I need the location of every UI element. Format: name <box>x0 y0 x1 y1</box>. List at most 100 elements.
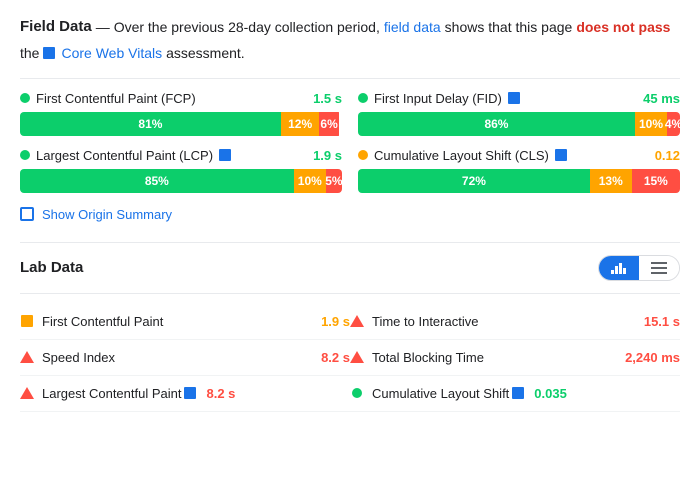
lcp-info-icon <box>219 149 231 161</box>
metric-fcp-value: 1.5 s <box>313 91 342 106</box>
bar-chart-icon <box>611 262 627 274</box>
cls-info-icon <box>555 149 567 161</box>
show-origin-label[interactable]: Show Origin Summary <box>42 207 172 222</box>
bar-fcp-red: 6% <box>319 112 338 136</box>
bar-lcp-green: 85% <box>20 169 294 193</box>
lab-tbt-icon <box>350 350 364 364</box>
metric-cls-value: 0.12 <box>655 148 680 163</box>
metric-fcp: First Contentful Paint (FCP) 1.5 s 81% 1… <box>20 91 342 136</box>
lab-si-icon <box>20 350 34 364</box>
metric-lcp-label: Largest Contentful Paint (LCP) <box>20 148 233 163</box>
field-data-header: Field Data — Over the previous 28-day co… <box>20 16 680 64</box>
square-orange-icon <box>21 315 33 327</box>
field-data-title: Field Data <box>20 16 92 39</box>
bar-lcp-orange: 10% <box>294 169 326 193</box>
cwv-icon <box>43 47 55 59</box>
toggle-bar-button[interactable] <box>599 256 639 280</box>
metric-fid-text: First Input Delay (FID) <box>374 91 502 106</box>
list-icon <box>651 262 667 274</box>
metric-fcp-label: First Contentful Paint (FCP) <box>20 91 196 106</box>
metric-lcp-bar: 85% 10% 5% <box>20 169 342 193</box>
lab-toggle-buttons[interactable] <box>598 255 680 281</box>
lab-row-tti: Time to Interactive 15.1 s <box>350 304 680 340</box>
field-data-fail: does not pass <box>576 17 670 38</box>
field-data-link[interactable]: field data <box>384 17 441 38</box>
circle-green-cls-icon <box>352 388 362 398</box>
triangle-red-tti-icon <box>350 315 364 327</box>
bar-lcp-red: 5% <box>326 169 342 193</box>
lab-row-si: Speed Index 8.2 s <box>20 340 350 376</box>
bar-fcp-green: 81% <box>20 112 281 136</box>
fid-info-icon <box>508 92 520 104</box>
field-data-desc-pre: Over the previous 28-day collection peri… <box>114 17 380 38</box>
lab-tti-value: 15.1 s <box>644 314 680 329</box>
metric-fid-header: First Input Delay (FID) 45 ms <box>358 91 680 106</box>
metric-lcp: Largest Contentful Paint (LCP) 1.9 s 85%… <box>20 148 342 193</box>
lab-cls-info-icon <box>512 387 524 399</box>
field-data-desc-post: assessment. <box>166 43 245 64</box>
lab-metrics-grid: First Contentful Paint 1.9 s Time to Int… <box>20 304 680 412</box>
lab-lcp-icon <box>20 386 34 400</box>
lab-cls-icon <box>350 386 364 400</box>
lab-divider <box>20 293 680 294</box>
metric-fcp-bar: 81% 12% 6% <box>20 112 342 136</box>
bar-fid-red: 4% <box>667 112 680 136</box>
field-data-desc-mid: shows that this page <box>445 17 573 38</box>
metric-lcp-value: 1.9 s <box>313 148 342 163</box>
bar-cls-red: 15% <box>632 169 680 193</box>
metric-fid-value: 45 ms <box>643 91 680 106</box>
lab-lcp-info-icon <box>184 387 196 399</box>
metric-fcp-text: First Contentful Paint (FCP) <box>36 91 196 106</box>
lab-data-header: Lab Data <box>20 255 680 281</box>
lab-fcp-name: First Contentful Paint <box>42 314 313 329</box>
metric-fid: First Input Delay (FID) 45 ms 86% 10% 4% <box>358 91 680 136</box>
triangle-red-lcp-icon <box>20 387 34 399</box>
lab-fcp-value: 1.9 s <box>321 314 350 329</box>
lab-lcp-value: 8.2 s <box>206 386 235 401</box>
triangle-red-si-icon <box>20 351 34 363</box>
dot-cls <box>358 150 368 160</box>
metric-fid-label: First Input Delay (FID) <box>358 91 522 106</box>
metric-cls-text: Cumulative Layout Shift (CLS) <box>374 148 549 163</box>
field-data-dash: — <box>96 17 110 38</box>
lab-data-title: Lab Data <box>20 259 83 276</box>
dot-fid <box>358 93 368 103</box>
bar-cls-green: 72% <box>358 169 590 193</box>
lab-tbt-value: 2,240 ms <box>625 350 680 365</box>
triangle-red-tbt-icon <box>350 351 364 363</box>
origin-checkbox[interactable] <box>20 207 34 221</box>
toggle-list-button[interactable] <box>639 256 679 280</box>
lab-fcp-icon <box>20 314 34 328</box>
lab-lcp-name: Largest Contentful Paint <box>42 386 181 401</box>
lab-row-tbt: Total Blocking Time 2,240 ms <box>350 340 680 376</box>
lab-lcp-name-container: Largest Contentful Paint <box>42 386 198 401</box>
dot-fcp <box>20 93 30 103</box>
lab-si-name: Speed Index <box>42 350 313 365</box>
lab-tti-icon <box>350 314 364 328</box>
metric-cls-label: Cumulative Layout Shift (CLS) <box>358 148 569 163</box>
metric-fid-bar: 86% 10% 4% <box>358 112 680 136</box>
lab-section-divider <box>20 242 680 243</box>
lab-tbt-name: Total Blocking Time <box>372 350 617 365</box>
lab-cls-name-container: Cumulative Layout Shift <box>372 386 526 401</box>
lab-tti-name: Time to Interactive <box>372 314 636 329</box>
metric-cls: Cumulative Layout Shift (CLS) 0.12 72% 1… <box>358 148 680 193</box>
lab-data-section: Lab Data <box>20 255 680 412</box>
lab-row-lcp: Largest Contentful Paint 8.2 s <box>20 376 350 412</box>
metric-cls-bar: 72% 13% 15% <box>358 169 680 193</box>
bar-fcp-orange: 12% <box>281 112 320 136</box>
field-data-divider <box>20 78 680 79</box>
metric-fcp-header: First Contentful Paint (FCP) 1.5 s <box>20 91 342 106</box>
metric-lcp-text: Largest Contentful Paint (LCP) <box>36 148 213 163</box>
lab-row-cls: Cumulative Layout Shift 0.035 <box>350 376 680 412</box>
cwv-link[interactable]: Core Web Vitals <box>61 43 162 64</box>
lab-cls-value: 0.035 <box>534 386 567 401</box>
lab-row-fcp: First Contentful Paint 1.9 s <box>20 304 350 340</box>
show-origin-row[interactable]: Show Origin Summary <box>20 207 680 222</box>
bar-fid-orange: 10% <box>635 112 667 136</box>
metrics-grid: First Contentful Paint (FCP) 1.5 s 81% 1… <box>20 91 680 193</box>
dot-lcp <box>20 150 30 160</box>
metric-lcp-header: Largest Contentful Paint (LCP) 1.9 s <box>20 148 342 163</box>
metric-cls-header: Cumulative Layout Shift (CLS) 0.12 <box>358 148 680 163</box>
lab-cls-name: Cumulative Layout Shift <box>372 386 509 401</box>
